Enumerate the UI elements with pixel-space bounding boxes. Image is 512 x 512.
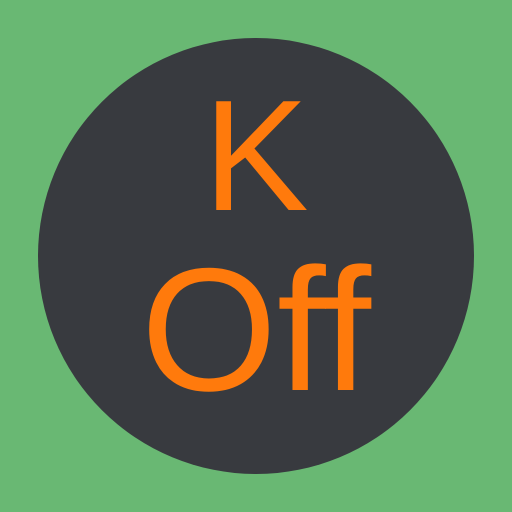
icon-letter-k: K	[203, 68, 309, 244]
icon-status-off: Off	[140, 233, 372, 428]
